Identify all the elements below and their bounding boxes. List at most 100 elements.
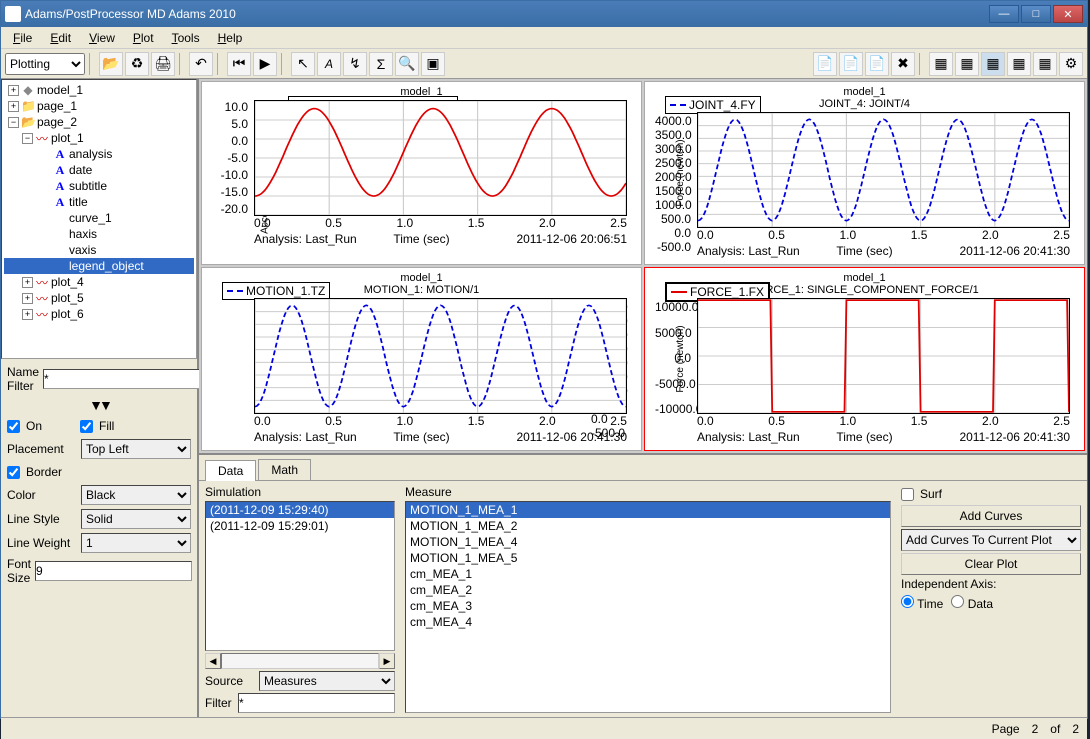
page-delete-icon[interactable]: ✖ [891,52,915,76]
scroll-left-icon[interactable]: ◀ [205,653,221,669]
layout-6-icon[interactable]: ▦ [1007,52,1031,76]
tree-vaxis[interactable]: vaxis [4,242,194,258]
minimize-button[interactable]: — [989,5,1019,23]
print-icon[interactable]: 🖨 [151,52,175,76]
tree-plot5[interactable]: +〰plot_5 [4,290,194,306]
list-item[interactable]: cm_MEA_2 [406,582,890,598]
tree-plot6[interactable]: +〰plot_6 [4,306,194,322]
add-curves-button[interactable]: Add Curves [901,505,1081,527]
font-size-input[interactable] [35,561,192,581]
select-area-icon[interactable]: ▣ [421,52,445,76]
plot_bl[interactable]: MOTION_1.TZmodel_1MOTION_1: MOTION/1newt… [201,267,642,451]
undo-icon[interactable]: ↶ [189,52,213,76]
radio-data[interactable] [951,595,964,608]
first-icon[interactable]: ⏮ [227,52,251,76]
tree-title[interactable]: Atitle [4,194,194,210]
layout-4-icon[interactable]: ▦ [981,52,1005,76]
radio-time[interactable] [901,595,914,608]
reload-icon[interactable]: ♻ [125,52,149,76]
plot-area[interactable] [254,100,627,216]
text-icon[interactable]: A [317,52,341,76]
name-filter-input[interactable] [43,369,200,389]
line-weight-select[interactable]: 1 [81,533,191,553]
surf-checkbox[interactable] [901,488,914,501]
menu-view[interactable]: View [81,29,123,47]
fill-checkbox[interactable] [80,420,93,433]
layout-custom-icon[interactable]: ▦ [1033,52,1057,76]
list-item[interactable]: cm_MEA_3 [406,598,890,614]
plot_br[interactable]: FORCE_1.FXmodel_1FORCE_1: SINGLE_COMPONE… [644,267,1085,451]
list-item[interactable]: cm_MEA_1 [406,566,890,582]
clear-plot-button[interactable]: Clear Plot [901,553,1081,575]
y-ticks: 10.05.00.0-5.0-10.0-15.0-20.0 [212,100,248,216]
tab-data[interactable]: Data [205,460,256,481]
placement-select[interactable]: Top Left [81,439,191,459]
filter-input[interactable] [238,693,395,713]
tree-date[interactable]: Adate [4,162,194,178]
menu-help[interactable]: Help [210,29,251,47]
menu-plot[interactable]: Plot [125,29,162,47]
list-item[interactable]: MOTION_1_MEA_4 [406,534,890,550]
add-curves-to-select[interactable]: Add Curves To Current Plot [901,529,1081,551]
layout-2-icon[interactable]: ▦ [955,52,979,76]
tree-plot1[interactable]: −〰plot_1 [4,130,194,146]
border-checkbox[interactable] [7,466,20,479]
tree-page2[interactable]: −📂page_2 [4,114,194,130]
page-blank-icon[interactable]: 📄 [865,52,889,76]
zoom-icon[interactable]: 🔍 [395,52,419,76]
settings-icon[interactable]: ⚙ [1059,52,1083,76]
sigma-icon[interactable]: Σ [369,52,393,76]
plot-footer: Analysis: Last_RunTime (sec)2011-12-06 2… [254,430,627,444]
measure-list[interactable]: MOTION_1_MEA_1MOTION_1_MEA_2MOTION_1_MEA… [405,501,891,713]
tree-subtitle[interactable]: Asubtitle [4,178,194,194]
tree-curve1[interactable]: curve_1 [4,210,194,226]
source-select[interactable]: Measures [259,671,395,691]
tree-page1[interactable]: +📁page_1 [4,98,194,114]
list-item[interactable]: MOTION_1_MEA_2 [406,518,890,534]
open-icon[interactable]: 📂 [99,52,123,76]
divider-icon[interactable]: ▼▼ [7,397,191,413]
menu-tools[interactable]: Tools [164,29,208,47]
y-ticks: 4000.03500.03000.02500.02000.01500.01000… [655,114,691,230]
pointer-icon[interactable]: ↖ [291,52,315,76]
list-item[interactable]: MOTION_1_MEA_1 [406,502,890,518]
tree-plot4[interactable]: +〰plot_4 [4,274,194,290]
list-item[interactable]: cm_MEA_4 [406,614,890,630]
maximize-button[interactable]: □ [1021,5,1051,23]
page-next-icon[interactable]: 📄 [839,52,863,76]
tab-math[interactable]: Math [258,459,311,480]
titlebar: Adams/PostProcessor MD Adams 2010 — □ ✕ [1,1,1087,27]
plot-area[interactable] [697,112,1070,228]
sim-scrollbar[interactable]: ◀ ▶ [205,653,395,669]
color-select[interactable]: Black [81,485,191,505]
play-icon[interactable]: ▶ [253,52,277,76]
tree-legend[interactable]: legend_object [4,258,194,274]
layout-1-icon[interactable]: ▦ [929,52,953,76]
plot_tl[interactable]: .piston.CM_Acceleration.Xmodel_1Accelera… [201,81,642,265]
measure-label: Measure [405,485,891,499]
plot-area[interactable] [697,298,1070,414]
on-checkbox[interactable] [7,420,20,433]
line-style-select[interactable]: Solid [81,509,191,529]
simulation-list[interactable]: (2011-12-09 15:29:40)(2011-12-09 15:29:0… [205,501,395,651]
tree-model[interactable]: +◆model_1 [4,82,194,98]
track-icon[interactable]: ↯ [343,52,367,76]
tree-haxis[interactable]: haxis [4,226,194,242]
bottom-panel: Data Math Simulation (2011-12-09 15:29:4… [199,453,1087,717]
scroll-right-icon[interactable]: ▶ [379,653,395,669]
list-item[interactable]: MOTION_1_MEA_5 [406,550,890,566]
simulation-label: Simulation [205,485,395,499]
plot-area[interactable] [254,298,627,414]
menu-file[interactable]: File [5,29,40,47]
menubar: File Edit View Plot Tools Help [1,27,1087,49]
tree-analysis[interactable]: Aanalysis [4,146,194,162]
x-ticks: 0.00.51.01.52.02.5 [697,414,1070,428]
close-button[interactable]: ✕ [1053,5,1083,23]
plot_tr[interactable]: JOINT_4.FYmodel_1JOINT_4: JOINT/4Force (… [644,81,1085,265]
menu-edit[interactable]: Edit [42,29,79,47]
mode-select[interactable]: Plotting [5,53,85,75]
tree-view[interactable]: +◆model_1 +📁page_1 −📂page_2 −〰plot_1 Aan… [1,79,197,359]
page-new-icon[interactable]: 📄 [813,52,837,76]
list-item[interactable]: (2011-12-09 15:29:01) [206,518,394,534]
list-item[interactable]: (2011-12-09 15:29:40) [206,502,394,518]
